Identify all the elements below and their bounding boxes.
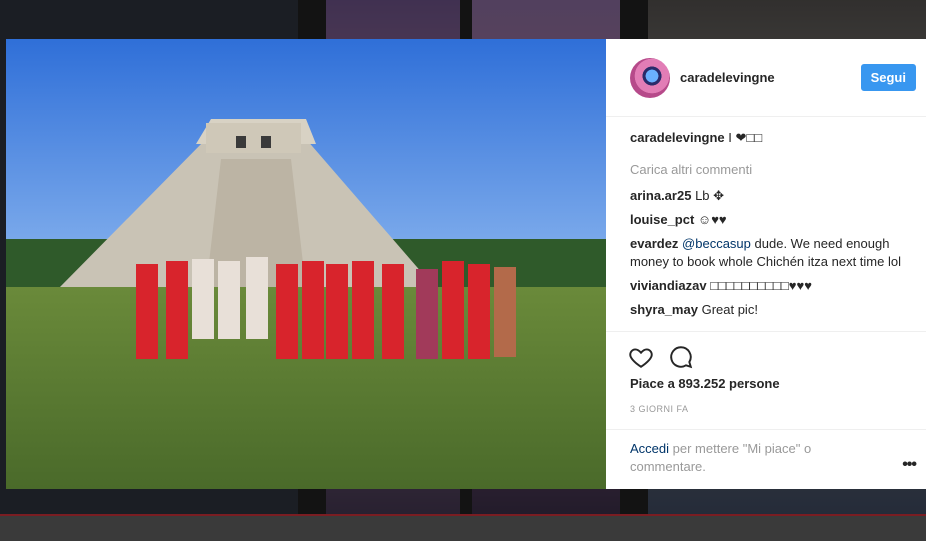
post-actions: Piace a 893.252 persone 3 GIORNI FA	[606, 331, 926, 414]
login-prompt: Accedi per mettere "Mi piace" o commenta…	[606, 429, 926, 474]
comment-username[interactable]: arina.ar25	[630, 188, 691, 203]
bottom-bar	[0, 514, 926, 541]
comment-username[interactable]: louise_pct	[630, 212, 694, 227]
heart-icon[interactable]	[628, 344, 654, 370]
load-more-comments-link[interactable]: Carica altri commenti	[630, 161, 918, 179]
post-side-panel: caradelevingne Segui caradelevingne I ❤□…	[606, 39, 926, 489]
comment-item: evardez @beccasup dude. We need enough m…	[630, 235, 918, 271]
comments-list: caradelevingne I ❤□□ Carica altri commen…	[630, 129, 918, 325]
comment-text: Lb ✥	[695, 188, 725, 203]
follow-button[interactable]: Segui	[860, 64, 916, 91]
pyramid-photo-image	[6, 39, 606, 489]
comment-text: ☺♥♥	[697, 212, 727, 227]
comment-username[interactable]: viviandiazav	[630, 278, 707, 293]
comment-icon[interactable]	[668, 344, 694, 370]
likes-count[interactable]: Piace a 893.252 persone	[630, 376, 780, 391]
post-modal: caradelevingne Segui caradelevingne I ❤□…	[6, 39, 926, 489]
comment-item: viviandiazav □□□□□□□□□□♥♥♥	[630, 277, 918, 295]
avatar[interactable]	[630, 57, 670, 98]
post-timestamp: 3 GIORNI FA	[630, 404, 689, 414]
comment-username[interactable]: evardez	[630, 236, 678, 251]
post-photo[interactable]	[6, 39, 606, 489]
comment-text: Great pic!	[701, 302, 758, 317]
comment-item: shyra_may Great pic!	[630, 301, 918, 319]
action-icons	[628, 344, 694, 370]
caption-text: I ❤□□	[728, 130, 763, 145]
caption: caradelevingne I ❤□□	[630, 129, 918, 147]
caption-username[interactable]: caradelevingne	[630, 130, 725, 145]
comment-mention[interactable]: @beccasup	[682, 236, 751, 251]
more-icon[interactable]: •••	[902, 456, 917, 474]
post-header: caradelevingne Segui	[606, 39, 926, 117]
comment-item: louise_pct ☺♥♥	[630, 211, 918, 229]
comment-text: □□□□□□□□□□♥♥♥	[710, 278, 812, 293]
login-link[interactable]: Accedi	[630, 441, 669, 456]
comment-username[interactable]: shyra_may	[630, 302, 698, 317]
header-username[interactable]: caradelevingne	[680, 70, 775, 85]
login-text: Accedi per mettere "Mi piace" o commenta…	[630, 440, 850, 476]
comment-item: arina.ar25 Lb ✥	[630, 187, 918, 205]
